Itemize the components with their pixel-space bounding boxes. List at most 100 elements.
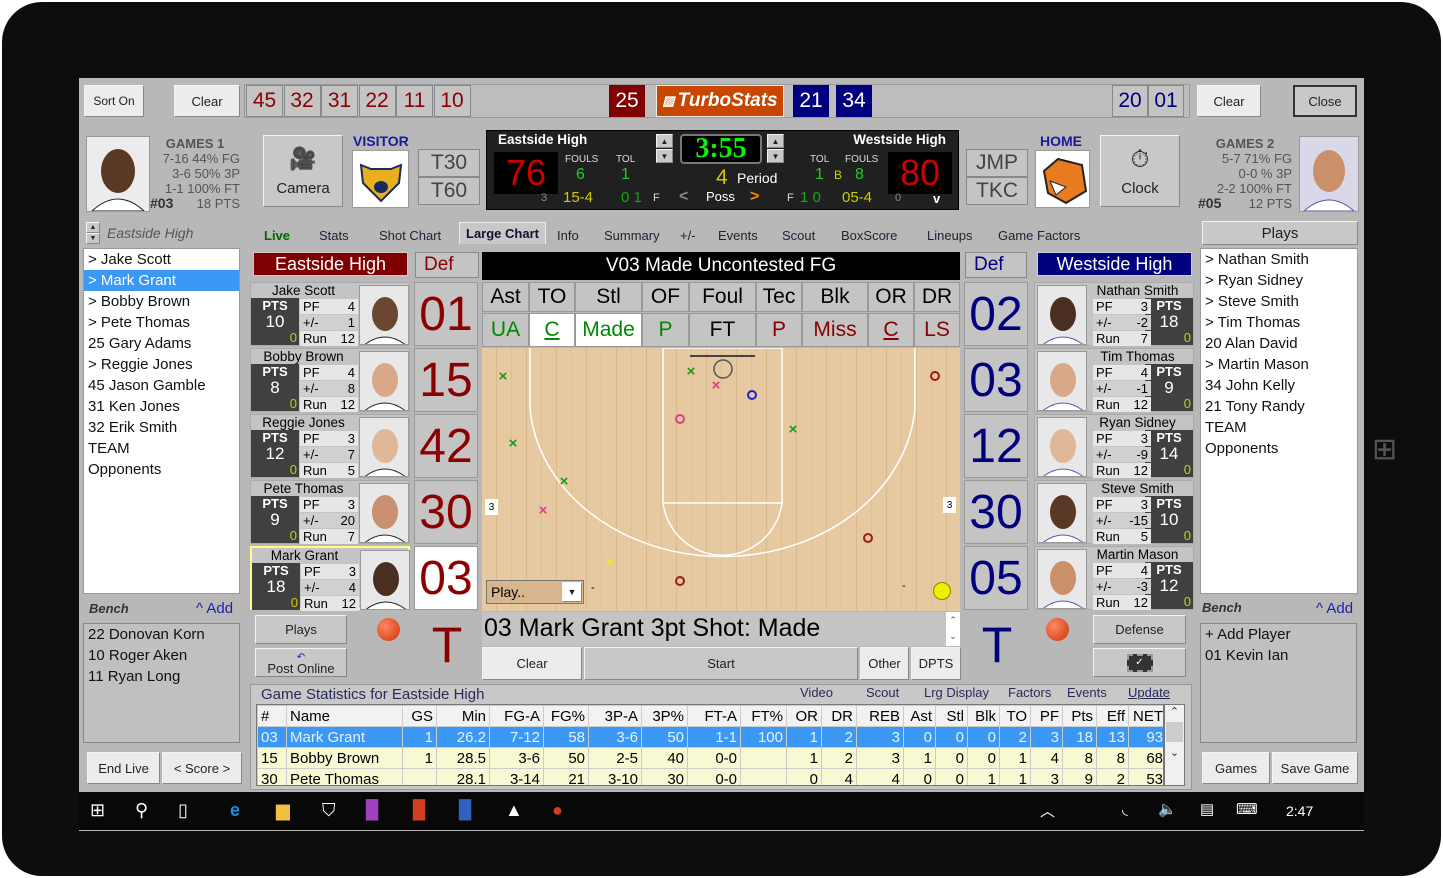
column-header[interactable]: FG% bbox=[543, 705, 589, 727]
player-number-button[interactable]: 30 bbox=[964, 480, 1028, 544]
column-header[interactable]: 3P% bbox=[641, 705, 688, 727]
tab-live[interactable]: Live bbox=[264, 228, 290, 243]
visitor-timeout-button[interactable]: T bbox=[416, 612, 478, 678]
result-option[interactable]: Miss bbox=[802, 313, 868, 347]
action-to[interactable]: TO bbox=[529, 282, 575, 312]
game-clock[interactable]: 3:55 bbox=[680, 133, 762, 164]
action-stl[interactable]: Stl bbox=[575, 282, 642, 312]
player-card[interactable]: Bobby Brown PTS 8 0 PF 4 +/- 8 Run 12 bbox=[250, 348, 410, 412]
tab-boxscore[interactable]: BoxScore bbox=[841, 228, 897, 243]
tab--[interactable]: +/- bbox=[680, 228, 696, 243]
stats-link-lrg-display[interactable]: Lrg Display bbox=[924, 685, 989, 700]
player-number-button[interactable]: 05 bbox=[964, 546, 1028, 610]
player-number-button[interactable]: 30 bbox=[414, 480, 478, 544]
possession-left-arrow[interactable]: < bbox=[679, 188, 688, 206]
visitor-fouls[interactable]: 6 bbox=[576, 166, 585, 184]
player-card[interactable]: Nathan Smith PTS 18 0 PF 3 +/- -2 Run 7 bbox=[1034, 282, 1194, 346]
timeout-t60[interactable]: T60 bbox=[418, 177, 480, 205]
result-option[interactable]: P bbox=[642, 313, 689, 347]
result-option[interactable]: FT bbox=[689, 313, 756, 347]
plays-item[interactable]: 21 Tony Randy bbox=[1201, 396, 1357, 417]
table-row[interactable]: 03 Mark Grant 1 26.2 7-12 58 3-6 50 1-1 100 1 2 3 0 0 0… bbox=[257, 726, 1163, 748]
visitor-active-number[interactable]: 25 bbox=[609, 85, 645, 117]
home-active-number[interactable]: 34 bbox=[836, 85, 872, 117]
bench-item[interactable]: 10 Roger Aken bbox=[84, 645, 239, 666]
clock-down-left[interactable]: ▼ bbox=[656, 149, 673, 163]
clock-button[interactable]: ⏱ Clock bbox=[1100, 135, 1180, 207]
visitor-number[interactable]: 10 bbox=[433, 85, 471, 117]
home-bench-item[interactable]: 01 Kevin Ian bbox=[1201, 645, 1356, 666]
result-option[interactable]: Made bbox=[575, 313, 642, 347]
video-check-button[interactable]: ✓ bbox=[1093, 648, 1186, 677]
player-card[interactable]: Tim Thomas PTS 9 0 PF 4 +/- -1 Run 12 bbox=[1034, 348, 1194, 412]
timeout-t30[interactable]: T30 bbox=[418, 149, 480, 177]
action-ast[interactable]: Ast bbox=[482, 282, 529, 312]
plays-button[interactable]: Plays bbox=[255, 615, 347, 644]
plays-item[interactable]: > Nathan Smith bbox=[1201, 249, 1357, 270]
roster-up[interactable]: ▲ bbox=[86, 222, 100, 233]
post-online-button[interactable]: ↶ Post Online bbox=[255, 648, 347, 677]
end-live-button[interactable]: End Live bbox=[87, 752, 160, 784]
home-def-button[interactable]: Def bbox=[965, 252, 1027, 278]
player-number-button[interactable]: 15 bbox=[414, 348, 478, 412]
result-option[interactable]: C bbox=[529, 313, 575, 347]
visitor-number[interactable]: 11 bbox=[396, 85, 433, 117]
clock-up-left[interactable]: ▲ bbox=[656, 134, 673, 148]
clock-time[interactable]: 2:47 bbox=[1286, 803, 1313, 819]
roster-item[interactable]: 31 Ken Jones bbox=[84, 396, 239, 417]
home-score[interactable]: 80 bbox=[888, 152, 952, 194]
plays-header-button[interactable]: Plays bbox=[1202, 221, 1358, 245]
clock-down-right[interactable]: ▼ bbox=[767, 149, 784, 163]
player-card[interactable]: Pete Thomas PTS 9 0 PF 3 +/- 20 Run 7 bbox=[250, 480, 410, 544]
player-number-button[interactable]: 03 bbox=[414, 546, 478, 610]
made-shot-marker[interactable]: × bbox=[560, 473, 569, 490]
visitor-score[interactable]: 76 bbox=[494, 152, 558, 194]
action-of[interactable]: OF bbox=[642, 282, 689, 312]
start-button[interactable]: Start bbox=[584, 647, 858, 680]
action-or[interactable]: OR bbox=[868, 282, 914, 312]
column-header[interactable]: REB bbox=[856, 705, 904, 727]
column-header[interactable]: FG-A bbox=[489, 705, 544, 727]
player-card[interactable]: Jake Scott PTS 10 0 PF 4 +/- 1 Run 12 bbox=[250, 282, 410, 346]
action-tec[interactable]: Tec bbox=[756, 282, 802, 312]
roster-item[interactable]: > Bobby Brown bbox=[84, 291, 239, 312]
result-option[interactable]: LS bbox=[914, 313, 960, 347]
column-header[interactable]: Min bbox=[436, 705, 490, 727]
visitor-team-header[interactable]: Eastside High bbox=[253, 252, 408, 276]
stats-scrollbar[interactable]: ⌃ ⌄ bbox=[1164, 704, 1185, 786]
player-card[interactable]: Martin Mason PTS 12 0 PF 4 +/- -3 Run 12 bbox=[1034, 546, 1194, 610]
bench-item[interactable]: 22 Donovan Korn bbox=[84, 624, 239, 645]
court-chart[interactable]: × × × × × × × × bbox=[482, 348, 960, 611]
player-number-button[interactable]: 12 bbox=[964, 414, 1028, 478]
action-foul[interactable]: Foul bbox=[689, 282, 756, 312]
file-explorer-icon[interactable]: ▆ bbox=[276, 800, 290, 821]
defense-button[interactable]: Defense bbox=[1093, 615, 1186, 644]
made-shot-marker[interactable]: × bbox=[509, 435, 518, 452]
made-shot-marker[interactable]: × bbox=[687, 363, 696, 380]
column-header[interactable]: GS bbox=[402, 705, 437, 727]
stats-link-video[interactable]: Video bbox=[800, 685, 833, 700]
turbostats-app-icon[interactable]: ● bbox=[552, 800, 563, 821]
roster-item[interactable]: > Pete Thomas bbox=[84, 312, 239, 333]
visitor-number[interactable]: 22 bbox=[358, 85, 396, 117]
camera-button[interactable]: 🎥 Camera bbox=[263, 135, 343, 207]
tab-events[interactable]: Events bbox=[718, 228, 758, 243]
edge-icon[interactable]: e bbox=[230, 800, 240, 821]
add-home-bench-link[interactable]: ^ Add bbox=[1316, 600, 1353, 617]
play-description-scroll[interactable]: ⌃ ⌄ bbox=[946, 612, 960, 646]
result-option[interactable]: P bbox=[756, 313, 802, 347]
tab-stats[interactable]: Stats bbox=[319, 228, 349, 243]
home-team-header[interactable]: Westside High bbox=[1037, 252, 1192, 276]
made-shot-marker[interactable]: × bbox=[539, 502, 548, 519]
scoreboard-menu-toggle[interactable]: v bbox=[933, 191, 940, 206]
windows-start-icon[interactable]: ⊞ bbox=[90, 800, 105, 821]
column-header[interactable]: TO bbox=[999, 705, 1031, 727]
visitor-number[interactable]: 32 bbox=[283, 85, 321, 117]
chevron-down-icon[interactable]: ▼ bbox=[562, 582, 582, 602]
column-header[interactable]: OR bbox=[786, 705, 822, 727]
player-card[interactable]: Steve Smith PTS 10 0 PF 3 +/- -15 Run 5 bbox=[1034, 480, 1194, 544]
roster-item[interactable]: TEAM bbox=[84, 438, 239, 459]
home-tol[interactable]: 1 bbox=[815, 166, 824, 184]
table-row[interactable]: 30 Pete Thomas 28.1 3-14 21 3-10 30 0-0 0 4 4 0 0 1 1 3… bbox=[257, 768, 1163, 785]
tab-game-factors[interactable]: Game Factors bbox=[998, 228, 1080, 243]
